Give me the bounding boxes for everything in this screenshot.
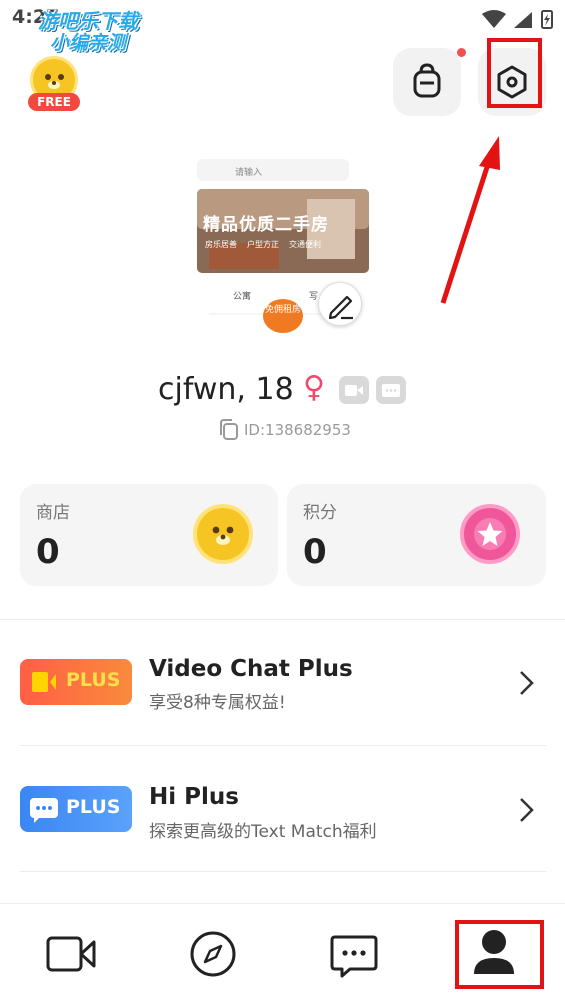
video-chat-plus-badge: PLUS — [20, 659, 132, 705]
status-icons — [482, 10, 553, 29]
gold-coin-icon — [193, 504, 253, 564]
nav-chat-tab[interactable] — [304, 904, 404, 1004]
profile-tab-highlight-box — [455, 920, 544, 989]
video-chat-plus-title: Video Chat Plus — [149, 656, 353, 682]
settings-highlight-box — [487, 38, 542, 108]
nav-discover-tab[interactable] — [163, 904, 263, 1004]
free-label: FREE — [28, 93, 80, 111]
hi-plus-badge: PLUS — [20, 786, 132, 832]
chevron-right-icon — [520, 671, 534, 695]
points-label: 积分 — [303, 503, 337, 523]
chat-bubble-icon — [382, 384, 400, 397]
video-plus-badge-text: PLUS — [66, 669, 121, 691]
wifi-icon — [482, 10, 506, 28]
notification-dot — [457, 48, 466, 57]
hi-plus-title: Hi Plus — [149, 784, 239, 810]
status-bar: 4:27 游吧乐下载 小编亲测 — [0, 0, 565, 54]
hi-plus-subtitle: 探索更高级的Text Match福利 — [149, 822, 377, 842]
gender-female-icon: ♀ — [303, 370, 325, 405]
watermark: 游吧乐下载 小编亲测 — [18, 10, 158, 55]
cover-search-placeholder: 请输入 — [235, 168, 263, 178]
cover-banner-text: 精品优质二手房 — [203, 215, 329, 235]
free-badge[interactable]: FREE — [26, 56, 82, 112]
shop-card[interactable]: 商店 0 — [20, 484, 278, 586]
star-coin-icon — [460, 504, 520, 564]
video-camera-icon — [46, 936, 96, 972]
cover-tag: 交通便利 — [289, 240, 321, 249]
cover-tag: 房乐居善 — [205, 240, 237, 249]
user-id-text: ID:138682953 — [244, 421, 351, 439]
video-verified-badge — [339, 376, 369, 404]
cover-item-1: 公寓 — [233, 292, 252, 302]
user-id-row[interactable]: ID:138682953 — [217, 418, 351, 442]
cover-tags: 房乐居善 户型方正 交通便利 — [205, 239, 355, 250]
copy-icon — [220, 419, 238, 440]
backpack-button[interactable] — [393, 48, 461, 116]
points-value: 0 — [303, 532, 327, 572]
hi-plus-badge-text: PLUS — [66, 796, 121, 818]
watermark-line2: 小编亲测 — [49, 32, 126, 54]
video-camera-icon — [345, 385, 363, 396]
nav-video-tab[interactable] — [21, 904, 121, 1004]
hi-plus-row[interactable]: PLUS Hi Plus 探索更高级的Text Match福利 — [0, 746, 565, 872]
video-chat-plus-row[interactable]: PLUS Video Chat Plus 享受8种专属权益! — [0, 620, 565, 746]
row-divider — [20, 871, 546, 872]
cover-badge: 免佣租房 — [263, 299, 303, 333]
cover-tag: 户型方正 — [247, 240, 279, 249]
cover-item-2: 写 — [309, 292, 319, 302]
signal-icon — [514, 12, 532, 28]
chat-icon — [330, 935, 378, 978]
video-chat-plus-subtitle: 享受8种专属权益! — [149, 693, 286, 713]
shop-value: 0 — [36, 532, 60, 572]
profile-name: cjfwn, 18 — [158, 372, 294, 407]
backpack-icon — [413, 63, 441, 98]
watermark-line1: 游吧乐下载 — [38, 9, 138, 33]
chevron-right-icon — [520, 798, 534, 822]
edit-profile-button[interactable] — [318, 282, 362, 326]
chat-verified-badge — [376, 376, 406, 404]
shop-label: 商店 — [36, 503, 70, 523]
compass-icon — [190, 931, 236, 977]
points-card[interactable]: 积分 0 — [287, 484, 546, 586]
pencil-edit-icon — [328, 295, 353, 320]
